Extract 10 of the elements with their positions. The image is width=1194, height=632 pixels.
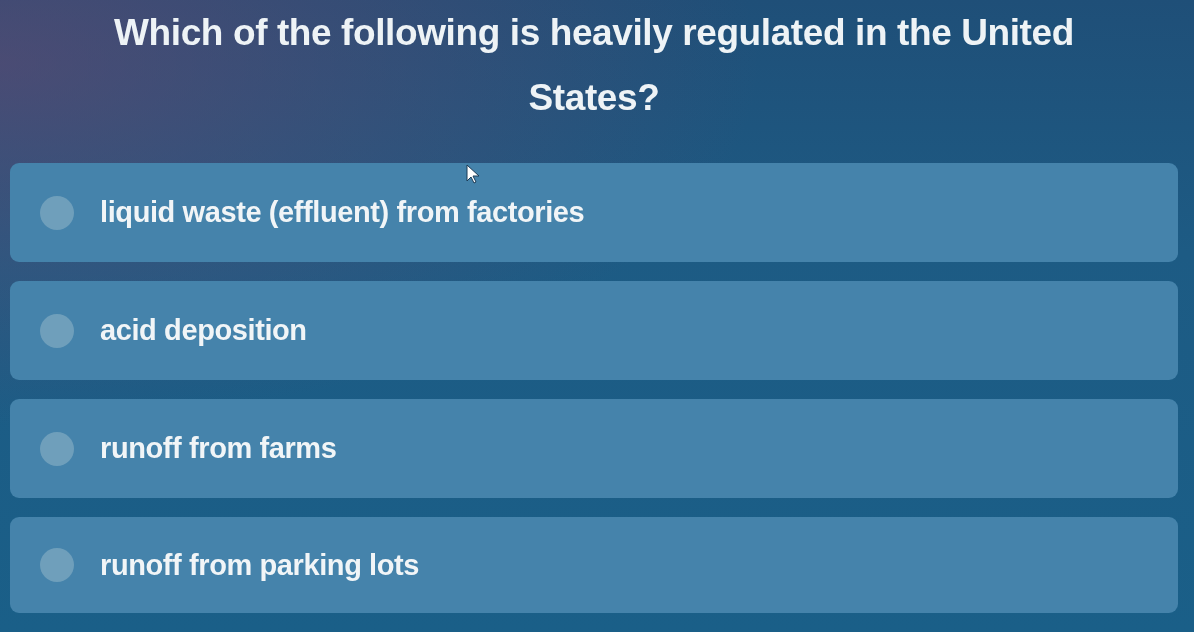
question-text: Which of the following is heavily regulated in the United States? — [113, 11, 1075, 120]
pointer-cursor-icon — [466, 164, 480, 184]
answer-option[interactable]: runoff from parking lots — [10, 517, 1178, 613]
radio-icon[interactable] — [40, 313, 74, 348]
answer-option[interactable]: acid deposition — [10, 281, 1178, 380]
radio-icon[interactable] — [40, 431, 74, 466]
radio-icon[interactable] — [40, 195, 74, 230]
answer-option[interactable]: runoff from farms — [10, 399, 1178, 498]
answer-option[interactable]: liquid waste (effluent) from factories — [10, 163, 1178, 262]
radio-icon[interactable] — [40, 548, 74, 582]
